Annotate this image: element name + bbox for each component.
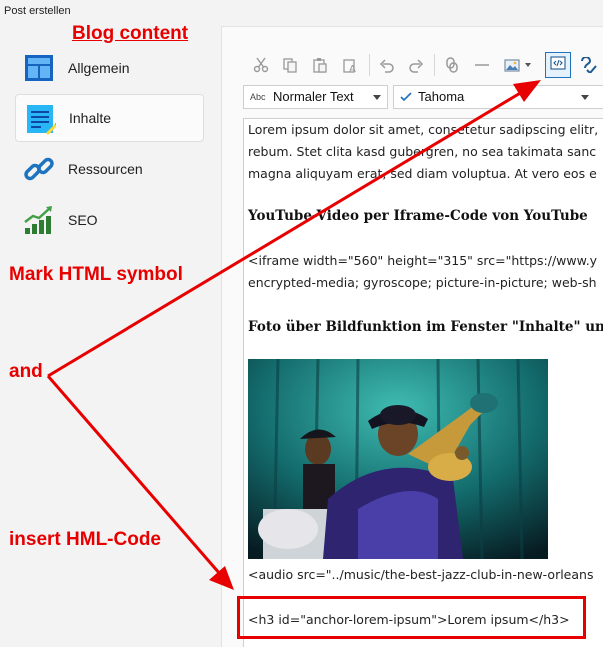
sidebar-item-seo[interactable]: SEO: [15, 196, 204, 244]
style-select-value: Normaler Text: [273, 89, 354, 104]
sidebar-item-label: Ressourcen: [68, 161, 143, 177]
style-prefix: Abc: [250, 92, 266, 102]
sidebar-item-allgemein[interactable]: Allgemein: [15, 44, 204, 92]
paragraph-line: magna aliquyam erat, sed diam voluptua. …: [248, 166, 597, 181]
source-code-icon: [550, 55, 566, 76]
chevron-down-icon: [581, 95, 589, 100]
cut-icon[interactable]: [250, 54, 272, 76]
redo-icon[interactable]: [405, 54, 427, 76]
annotation-blog-content: Blog content: [72, 23, 189, 44]
paste-text-icon[interactable]: A: [339, 54, 361, 76]
annotation-insert-html: insert HML-Code: [9, 529, 161, 550]
document-edit-icon: [24, 103, 59, 135]
paragraph-line: Lorem ipsum dolor sit amet, consetetur s…: [248, 122, 599, 137]
paragraph-line: rebum. Stet clita kasd gubergren, no sea…: [248, 144, 597, 159]
source-code-button[interactable]: [545, 52, 571, 78]
jazz-saxophone-photo[interactable]: [248, 359, 548, 559]
sidebar-item-label: SEO: [68, 212, 98, 228]
toolbar-separator: [434, 54, 435, 76]
image-icon[interactable]: [501, 54, 523, 76]
sidebar-item-label: Inhalte: [69, 110, 112, 126]
window-title: Post erstellen: [4, 5, 71, 17]
svg-text:A: A: [349, 64, 356, 73]
paste-icon[interactable]: [309, 54, 331, 76]
heading-youtube: YouTube-Video per Iframe-Code von YouTub…: [248, 208, 588, 224]
heading-foto: Foto über Bildfunktion im Fenster "Inhal…: [248, 319, 603, 335]
paragraph-style-select[interactable]: Abc Normaler Text: [243, 85, 388, 109]
highlight-box: [237, 596, 586, 639]
check-icon: [400, 91, 412, 106]
chevron-down-icon: [373, 95, 381, 100]
chevron-down-icon[interactable]: [525, 63, 531, 67]
chart-growth-icon: [23, 204, 55, 236]
font-family-select[interactable]: Tahoma: [393, 85, 603, 109]
spellcheck-icon[interactable]: [578, 54, 600, 76]
horizontal-line-icon[interactable]: [471, 54, 493, 76]
editor-content[interactable]: Lorem ipsum dolor sit amet, consetetur s…: [243, 118, 603, 647]
undo-icon[interactable]: [376, 54, 398, 76]
sidebar-item-ressourcen[interactable]: Ressourcen: [15, 145, 204, 193]
sidebar-item-inhalte[interactable]: Inhalte: [15, 94, 204, 142]
font-select-value: Tahoma: [418, 89, 465, 104]
iframe-code-line: encrypted-media; gyroscope; picture-in-p…: [248, 275, 597, 290]
toolbar-separator: [369, 54, 370, 76]
layout-icon: [23, 52, 55, 84]
iframe-code-line: <iframe width="560" height="315" src="ht…: [248, 253, 598, 268]
sidebar-item-label: Allgemein: [68, 60, 130, 76]
link-icon: [23, 153, 55, 185]
copy-icon[interactable]: [279, 54, 301, 76]
annotation-and: and: [9, 361, 43, 382]
audio-code-line: <audio src="../music/the-best-jazz-club-…: [248, 567, 594, 582]
annotation-mark-html: Mark HTML symbol: [9, 264, 183, 285]
link-icon[interactable]: [441, 54, 463, 76]
